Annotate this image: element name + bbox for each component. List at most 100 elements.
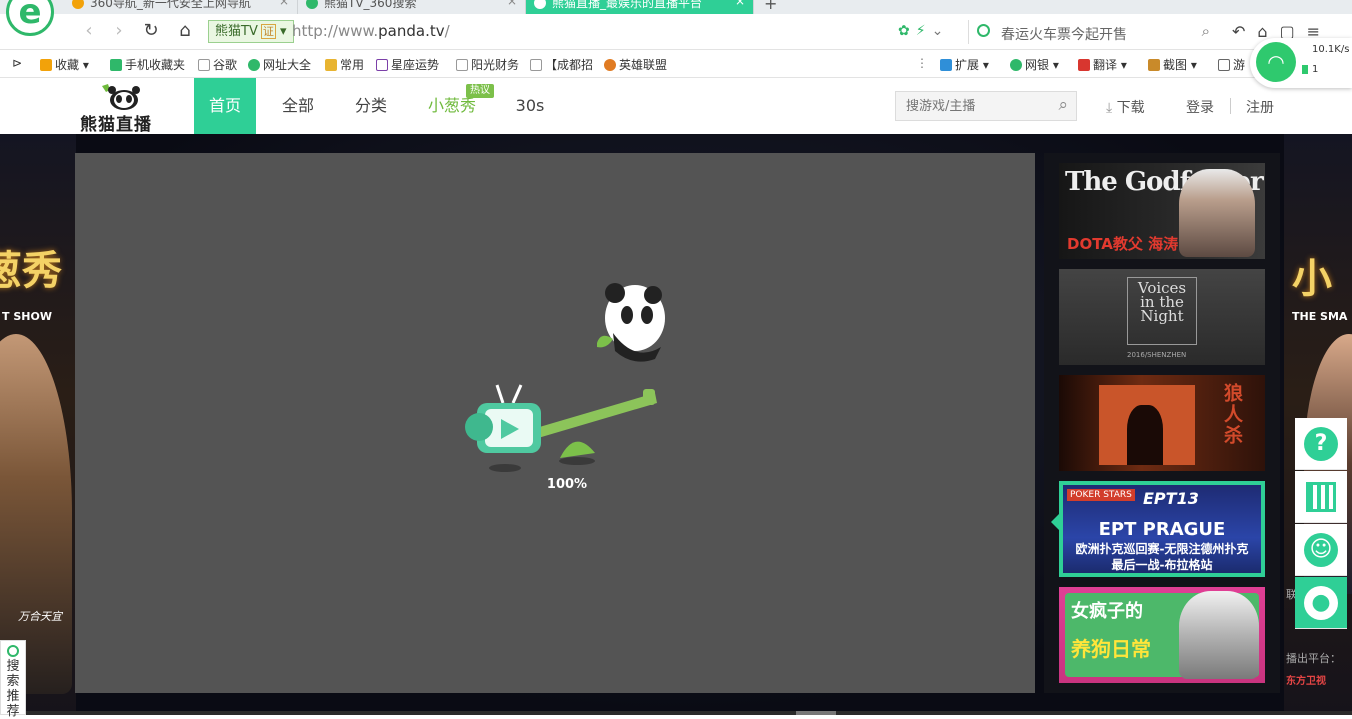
ext-translate[interactable]: 翻译 ▾ xyxy=(1078,56,1127,73)
download-link[interactable]: ⤓ 下载 xyxy=(1106,97,1145,117)
gamepad-icon xyxy=(1218,59,1230,71)
register-link[interactable]: 注册 xyxy=(1246,97,1274,117)
recommend-card-ept[interactable]: POKER STARS EPT13 EPT PRAGUE 欧洲扑克巡回赛-无限注… xyxy=(1059,481,1265,577)
bookmark-finance[interactable]: 阳光财务 xyxy=(456,56,519,73)
banner-brand: 万合天宜 xyxy=(18,610,62,623)
globe-icon xyxy=(248,59,260,71)
card-subtitle-line: 欧洲扑克巡回赛-无限注德州扑克 xyxy=(1075,542,1249,556)
tab-title: 360导航_新一代安全上网导航 xyxy=(90,0,251,10)
ext-bank[interactable]: 网银 ▾ xyxy=(1010,56,1059,73)
horizontal-scrollbar[interactable] xyxy=(0,711,1352,715)
nav-home[interactable]: 首页 xyxy=(194,78,256,134)
banner-show-subtitle: T SHOW xyxy=(2,310,52,323)
url-suffix: / xyxy=(444,22,450,40)
more-icon[interactable]: ⋮ xyxy=(916,56,928,70)
bookmark-sites[interactable]: 网址大全 xyxy=(248,56,311,73)
bookmark-chengdu[interactable]: 【成都招 xyxy=(530,56,593,73)
video-player[interactable]: 100% xyxy=(75,153,1035,693)
bookmark-horoscope[interactable]: 星座运势 xyxy=(376,56,439,73)
banner-show-subtitle: THE SMA xyxy=(1292,310,1348,323)
ext-screenshot[interactable]: 截图 ▾ xyxy=(1148,56,1197,73)
tab-favicon-icon xyxy=(72,0,84,9)
bookmark-google[interactable]: 谷歌 xyxy=(198,56,237,73)
folder-icon xyxy=(325,59,337,71)
url-field[interactable]: http://www.panda.tv/ xyxy=(292,22,450,40)
nav-30s[interactable]: 30s xyxy=(510,78,550,134)
bookmark-label: 星座运势 xyxy=(391,58,440,72)
card-subtitle: DOTA教父 海涛 xyxy=(1067,235,1179,253)
close-tab-icon[interactable]: × xyxy=(279,0,289,8)
forward-icon[interactable]: › xyxy=(108,20,130,42)
search-recommend-widget[interactable]: 搜索推荐 xyxy=(0,640,26,719)
search-icon[interactable]: ⌕ xyxy=(1202,22,1210,40)
ext-game[interactable]: 游 xyxy=(1218,56,1245,73)
recommend-card-godfather[interactable]: The Godfather DOTA教父 海涛 xyxy=(1059,163,1265,259)
sidebar-toggle-icon[interactable]: ⊳ xyxy=(12,56,22,70)
divider xyxy=(1230,98,1231,114)
card-title: 狼人杀 xyxy=(1221,383,1243,446)
panda-icon xyxy=(597,283,665,362)
refresh-icon[interactable]: ↻ xyxy=(140,20,162,42)
help-icon: ? xyxy=(1304,426,1338,461)
left-banner-art[interactable]: 葱秀 T SHOW 万合天宜 xyxy=(0,134,76,715)
card-logo: EPT13 xyxy=(1143,489,1199,508)
wifi-speed: 10.1K/s xyxy=(1312,44,1350,55)
site-search-input[interactable] xyxy=(896,92,1036,120)
site-identity-badge[interactable]: 熊猫TV 证 ▾ xyxy=(208,20,294,43)
hot-badge: 热议 xyxy=(466,84,494,98)
tab-panda-live[interactable]: 熊猫直播_最娱乐的直播平台 × xyxy=(526,0,754,14)
nav-category[interactable]: 分类 xyxy=(345,78,397,134)
grid-icon xyxy=(940,59,952,71)
voice-button[interactable]: ● xyxy=(1295,577,1347,629)
wifi-widget[interactable]: ◠ 10.1K/s 1 xyxy=(1250,38,1352,88)
tv-icon xyxy=(465,384,541,453)
service-button[interactable]: ☺ xyxy=(1295,524,1347,576)
home-icon[interactable]: ⌂ xyxy=(174,20,196,42)
card-subtitle: 2016/SHENZHEN xyxy=(1127,351,1187,359)
device-icon xyxy=(1302,64,1308,74)
recommend-card-voices[interactable]: Voices in the Night 2016/SHENZHEN xyxy=(1059,269,1265,365)
nav-all[interactable]: 全部 xyxy=(272,78,324,134)
login-link[interactable]: 登录 xyxy=(1186,97,1214,117)
bookmark-favorites[interactable]: 收藏 ▾ xyxy=(40,56,89,73)
tab-360-nav[interactable]: 360导航_新一代安全上网导航 × xyxy=(64,0,298,14)
floating-toolbar: ? ☺ ● xyxy=(1295,418,1347,630)
ext-label: 截图 xyxy=(1163,58,1188,72)
card-title: 女疯子的 xyxy=(1071,601,1143,622)
site-search-box[interactable]: ⌕ xyxy=(895,91,1077,121)
new-tab-button[interactable]: + xyxy=(764,0,777,13)
site-badge-label: 熊猫TV xyxy=(215,24,258,39)
address-action-icons[interactable]: ✿⚡⌄ xyxy=(898,23,949,39)
ext-label: 翻译 xyxy=(1093,58,1118,72)
site-header: 熊猫直播 首页 全部 分类 小葱秀 热议 30s ⌕ ⤓ 下载 登录 注册 xyxy=(0,78,1352,135)
help-button[interactable]: ? xyxy=(1295,418,1347,470)
scrollbar-thumb[interactable] xyxy=(796,711,836,715)
wifi-count-value: 1 xyxy=(1312,64,1319,75)
close-tab-icon[interactable]: × xyxy=(507,0,517,8)
page-icon xyxy=(198,59,210,71)
bookmark-common[interactable]: 常用 xyxy=(325,56,364,73)
search-icon[interactable]: ⌕ xyxy=(1058,95,1068,115)
browser-search-box[interactable]: 春运火车票今起开售 ⌕ xyxy=(968,20,1218,44)
recommend-card-werewolf[interactable]: 狼人杀 xyxy=(1059,375,1265,471)
recommend-card-dog[interactable]: 女疯子的 养狗日常 xyxy=(1059,587,1265,683)
bookmark-label: 手机收藏夹 xyxy=(125,58,186,72)
back-icon[interactable]: ‹ xyxy=(78,20,100,42)
panda-logo[interactable]: 熊猫直播 xyxy=(78,82,158,135)
dog-artwork xyxy=(1179,591,1259,679)
card-badge: POKER STARS xyxy=(1067,489,1135,501)
url-domain: panda.tv xyxy=(378,22,445,40)
tv-brand: 东方卫视 xyxy=(1286,676,1326,687)
close-tab-icon[interactable]: × xyxy=(735,0,745,8)
bookmark-lol[interactable]: 英雄联盟 xyxy=(604,56,667,73)
address-bar: ‹ › ↻ ⌂ 熊猫TV 证 ▾ http://www.panda.tv/ ✿⚡⌄… xyxy=(0,14,1352,50)
bookmark-label: 网址大全 xyxy=(263,58,312,72)
qrcode-button[interactable] xyxy=(1295,471,1347,523)
bookmark-label: 阳光财务 xyxy=(471,58,520,72)
ext-extensions[interactable]: 扩展 ▾ xyxy=(940,56,989,73)
microphone-icon: ● xyxy=(1304,585,1338,620)
tab-favicon-icon xyxy=(534,0,546,9)
customer-service-icon: ☺ xyxy=(1304,532,1338,567)
tab-360-search[interactable]: 熊猫TV_360搜索 × xyxy=(298,0,526,14)
bookmark-mobile[interactable]: 手机收藏夹 xyxy=(110,56,185,73)
